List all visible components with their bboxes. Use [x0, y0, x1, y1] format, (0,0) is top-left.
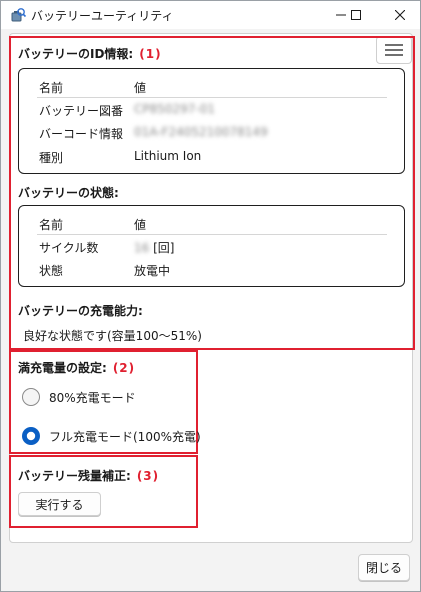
radio-label: 80%充電モード	[49, 390, 136, 405]
charge-capacity-text: 良好な状態です(容量100〜51%)	[23, 329, 202, 343]
full-charge-setting-title: 満充電量の設定: (2)	[18, 359, 135, 376]
radio-checked-icon[interactable]	[21, 426, 41, 446]
row-name: 種別	[39, 151, 64, 165]
row-value-blurred: 01A-F2405210078149	[134, 125, 268, 139]
radio-unchecked-icon[interactable]	[21, 387, 41, 407]
battery-utility-window: バッテリーユーティリティ バッテリーのID情報: (1) 名前 値 バッテリー図番	[0, 0, 421, 592]
close-icon	[395, 10, 405, 20]
row-value: 放電中	[134, 264, 171, 278]
column-header-name: 名前	[39, 81, 64, 95]
battery-id-table: 名前 値 バッテリー図番 CP850297-01 バーコード情報 01A-F24…	[18, 68, 405, 174]
row-value: 16 [回]	[134, 241, 175, 255]
column-header-value: 値	[134, 81, 147, 95]
battery-status-table: 名前 値 サイクル数 16 [回] 状態 放電中	[18, 205, 405, 287]
annotation-marker-2: (2)	[112, 361, 136, 375]
radio-label: フル充電モード(100%充電)	[49, 429, 201, 444]
battery-status-title: バッテリーの状態:	[18, 186, 119, 200]
battery-app-icon	[11, 8, 27, 22]
radio-option-80-percent[interactable]: 80%充電モード	[21, 386, 136, 408]
row-name: サイクル数	[39, 241, 99, 255]
title-bar: バッテリーユーティリティ	[1, 1, 420, 29]
row-value-blurred: CP850297-01	[134, 102, 216, 116]
battery-id-title-text: バッテリーのID情報:	[18, 47, 134, 61]
window-close-button[interactable]	[381, 1, 419, 29]
maximize-button[interactable]	[337, 1, 375, 29]
radio-option-full-charge[interactable]: フル充電モード(100%充電)	[21, 425, 201, 447]
close-dialog-button[interactable]: 閉じる	[358, 554, 410, 581]
divider	[37, 234, 387, 235]
maximize-icon	[351, 10, 361, 20]
battery-id-title: バッテリーのID情報: (1)	[18, 45, 162, 62]
full-charge-setting-title-text: 満充電量の設定:	[18, 361, 107, 375]
divider	[37, 97, 387, 98]
battery-calibration-title: バッテリー残量補正: (3)	[18, 467, 159, 484]
window-title: バッテリーユーティリティ	[31, 9, 174, 23]
annotation-marker-1: (1)	[139, 47, 162, 61]
row-name: バッテリー図番	[39, 104, 124, 118]
column-header-value: 値	[134, 218, 147, 232]
battery-calibration-title-text: バッテリー残量補正:	[18, 469, 131, 483]
annotation-marker-3: (3)	[136, 469, 160, 483]
row-name: バーコード情報	[39, 127, 124, 141]
charge-capacity-title: バッテリーの充電能力:	[18, 304, 143, 318]
execute-calibration-button[interactable]: 実行する	[18, 492, 101, 516]
row-name: 状態	[39, 264, 64, 278]
row-value: Lithium Ion	[134, 149, 202, 163]
column-header-name: 名前	[39, 218, 64, 232]
